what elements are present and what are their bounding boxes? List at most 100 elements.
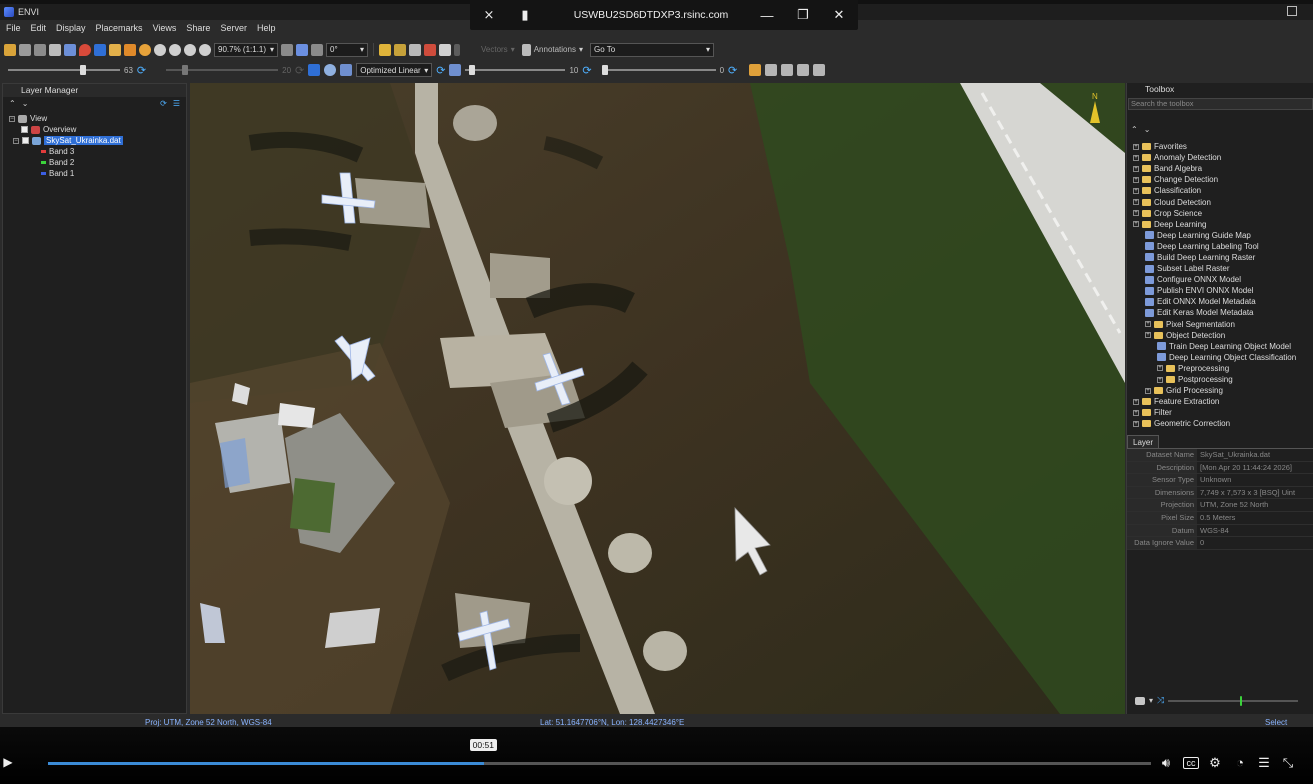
toolbox-folder[interactable]: + Preprocessing <box>1133 363 1313 374</box>
expand-icon[interactable]: + <box>1133 398 1139 405</box>
expand-icon[interactable]: + <box>1145 321 1151 328</box>
zoom-dropdown[interactable]: 90.7% (1:1.1) ▾ <box>214 42 278 57</box>
expand-icon[interactable]: + <box>1133 143 1139 150</box>
rotate-left-icon[interactable] <box>281 43 293 56</box>
toolbox-tool[interactable]: Publish ENVI ONNX Model <box>1133 285 1313 296</box>
speed-icon[interactable]: ◔ <box>1232 755 1248 770</box>
refresh-icon[interactable]: ⟳ <box>137 64 146 77</box>
dataset-checkbox[interactable] <box>22 137 29 144</box>
collapse-up-icon[interactable]: ⌃ <box>1131 125 1138 134</box>
tab-layer[interactable]: Layer <box>1127 435 1160 448</box>
save-icon[interactable] <box>19 43 31 56</box>
menu-share[interactable]: Share <box>186 23 210 33</box>
crosshair-icon[interactable] <box>64 43 76 56</box>
expand-icon[interactable]: + <box>1157 376 1163 383</box>
north-up-icon[interactable] <box>311 43 323 56</box>
menu-file[interactable]: File <box>6 23 21 33</box>
captions-icon[interactable]: cc <box>1183 757 1199 769</box>
pin-icon[interactable] <box>454 43 460 56</box>
view-blend-icon[interactable] <box>781 64 794 76</box>
footer-slider[interactable] <box>1168 695 1299 706</box>
expand-icon[interactable]: + <box>1133 420 1139 427</box>
zoom-fit-icon[interactable] <box>199 43 211 56</box>
refresh-icon[interactable]: ⟳ <box>436 64 445 77</box>
zoom-in-icon[interactable] <box>169 43 181 56</box>
refresh-icon[interactable]: ⟳ <box>160 99 167 108</box>
toolbox-tool[interactable]: Deep Learning Guide Map <box>1133 230 1313 241</box>
rotate-right-icon[interactable] <box>296 43 308 56</box>
view-swipe-icon[interactable] <box>813 64 826 76</box>
menu-edit[interactable]: Edit <box>31 23 47 33</box>
slider-knob[interactable] <box>601 65 608 75</box>
refresh-icon[interactable]: ⟳ <box>582 64 591 77</box>
toolbox-tool[interactable]: Configure ONNX Model <box>1133 274 1313 285</box>
toolbox-folder[interactable]: + Favorites <box>1133 141 1313 152</box>
image-icon[interactable] <box>340 64 353 76</box>
pan-hand-icon[interactable] <box>109 43 121 56</box>
print-icon[interactable] <box>34 43 46 56</box>
toolbox-folder[interactable]: + Postprocessing <box>1133 374 1313 385</box>
collapse-icon[interactable]: − <box>13 137 19 144</box>
toolbox-tool[interactable]: Build Deep Learning Raster <box>1133 252 1313 263</box>
toolbox-folder[interactable]: + Pixel Segmentation <box>1133 319 1313 330</box>
toolbox-folder[interactable]: + Classification <box>1133 185 1313 196</box>
overview-checkbox[interactable] <box>21 126 28 133</box>
expand-down-icon[interactable]: ⌄ <box>1144 125 1151 134</box>
refresh-icon[interactable]: ⟳ <box>728 64 737 77</box>
collapse-up-icon[interactable]: ⌃ <box>9 99 16 108</box>
table-icon[interactable] <box>439 43 451 56</box>
toolbox-folder[interactable]: +Image Sharpening <box>1133 429 1313 431</box>
contrast-slider[interactable] <box>166 65 279 75</box>
menu-server[interactable]: Server <box>220 23 247 33</box>
layers-icon[interactable] <box>49 43 61 56</box>
menu-help[interactable]: Help <box>257 23 276 33</box>
expand-icon[interactable]: + <box>1145 332 1151 339</box>
slider-knob[interactable] <box>1240 695 1243 706</box>
toolbox-folder[interactable]: + Anomaly Detection <box>1133 152 1313 163</box>
ruler-icon[interactable] <box>749 64 762 76</box>
open-file-icon[interactable] <box>4 43 16 56</box>
transparency-slider[interactable] <box>601 65 716 75</box>
measure-icon[interactable] <box>409 43 421 56</box>
sharpen-icon[interactable] <box>449 64 462 76</box>
toolbox-folder[interactable]: + Object Detection <box>1133 330 1313 341</box>
expand-icon[interactable]: + <box>1133 176 1139 183</box>
toolbox-folder[interactable]: + Crop Science <box>1133 208 1313 219</box>
toolbox-tool[interactable]: Deep Learning Labeling Tool <box>1133 241 1313 252</box>
tree-view-node[interactable]: − View <box>9 113 186 124</box>
tree-overview-node[interactable]: Overview <box>9 124 186 135</box>
collapse-icon[interactable]: − <box>9 115 15 122</box>
restore-icon[interactable]: ❐ <box>794 7 812 23</box>
toolbox-folder[interactable]: + Deep Learning <box>1133 219 1313 230</box>
text-annotation-icon[interactable] <box>521 43 531 56</box>
brightness-slider[interactable] <box>8 65 120 75</box>
tree-dataset-node[interactable]: − SkySat_Ukrainka.dat <box>9 135 186 146</box>
video-timeline[interactable] <box>48 762 1151 765</box>
toolbox-folder[interactable]: + Change Detection <box>1133 174 1313 185</box>
menu-views[interactable]: Views <box>153 23 177 33</box>
volume-icon[interactable]: 🔊︎ <box>1158 755 1174 771</box>
annotations-menu[interactable]: Annotations <box>534 45 576 54</box>
select-arrow-icon[interactable] <box>94 43 106 56</box>
expand-icon[interactable]: + <box>1133 210 1139 217</box>
minimize-icon[interactable]: — <box>758 8 776 23</box>
restore-window-icon[interactable] <box>1287 6 1297 16</box>
toolbox-tool[interactable]: Edit ONNX Model Metadata <box>1133 296 1313 307</box>
placemark-icon[interactable] <box>79 43 91 56</box>
expand-icon[interactable]: + <box>1145 387 1151 394</box>
expand-icon[interactable]: + <box>1133 221 1139 228</box>
portal-icon[interactable] <box>765 64 778 76</box>
tree-band-node[interactable]: Band 3 <box>9 146 186 157</box>
tree-band-node[interactable]: Band 2 <box>9 157 186 168</box>
toolbox-tool[interactable]: Subset Label Raster <box>1133 263 1313 274</box>
slider-knob[interactable] <box>469 65 476 75</box>
fly-icon[interactable] <box>124 43 136 56</box>
menu-placemarks[interactable]: Placemarks <box>96 23 143 33</box>
toolbox-search-input[interactable]: Search the toolbox <box>1128 98 1313 110</box>
slider-knob[interactable] <box>182 65 189 75</box>
shuffle-icon[interactable]: ⤨ <box>1157 695 1164 706</box>
toolbox-tool[interactable]: Edit Keras Model Metadata <box>1133 307 1313 318</box>
expand-icon[interactable]: + <box>1133 165 1139 172</box>
vectors-menu[interactable]: Vectors <box>481 45 508 54</box>
settings-gear-icon[interactable]: ⚙ <box>1207 755 1223 771</box>
